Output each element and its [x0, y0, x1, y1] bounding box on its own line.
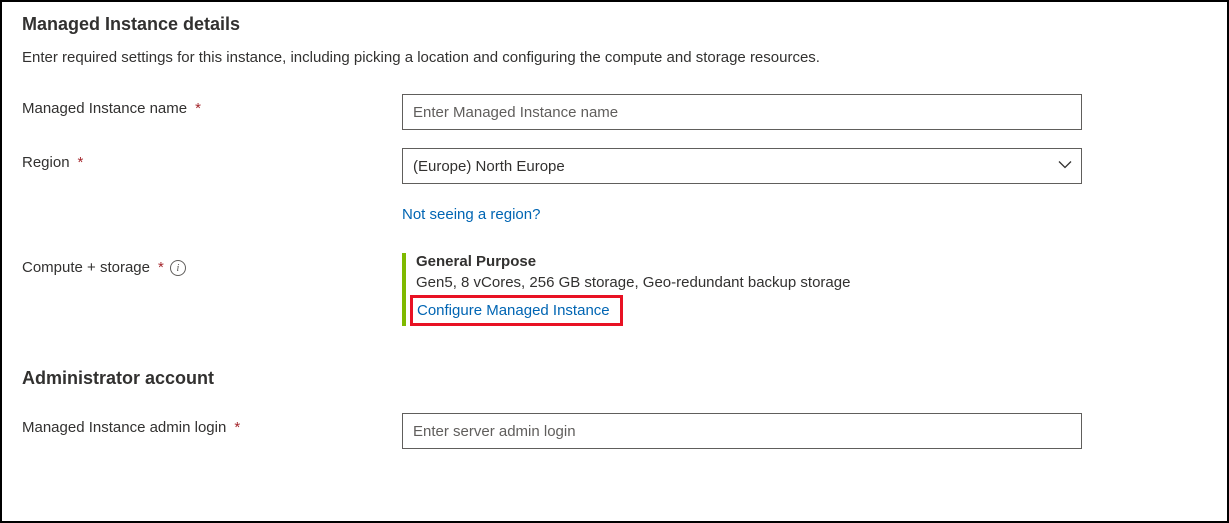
region-label: Region*	[22, 148, 402, 171]
configure-highlight: Configure Managed Instance	[410, 295, 623, 326]
required-indicator: *	[158, 259, 164, 276]
required-indicator: *	[78, 154, 84, 171]
section-description: Enter required settings for this instanc…	[22, 49, 1207, 66]
section-title-managed-instance: Managed Instance details	[22, 14, 1207, 35]
required-indicator: *	[234, 419, 240, 436]
instance-name-input[interactable]	[402, 94, 1082, 130]
compute-spec: Gen5, 8 vCores, 256 GB storage, Geo-redu…	[416, 274, 1082, 291]
instance-name-label: Managed Instance name*	[22, 94, 402, 117]
compute-summary: General Purpose Gen5, 8 vCores, 256 GB s…	[402, 253, 1082, 326]
admin-login-label: Managed Instance admin login*	[22, 413, 402, 436]
info-icon[interactable]: i	[170, 260, 186, 276]
section-title-admin-account: Administrator account	[22, 368, 1207, 389]
configure-managed-instance-link[interactable]: Configure Managed Instance	[417, 302, 610, 319]
region-help-link[interactable]: Not seeing a region?	[402, 206, 540, 223]
required-indicator: *	[195, 100, 201, 117]
region-select[interactable]: (Europe) North Europe	[402, 148, 1082, 184]
compute-storage-label: Compute + storage* i	[22, 253, 402, 276]
compute-tier: General Purpose	[416, 253, 1082, 270]
admin-login-input[interactable]	[402, 413, 1082, 449]
